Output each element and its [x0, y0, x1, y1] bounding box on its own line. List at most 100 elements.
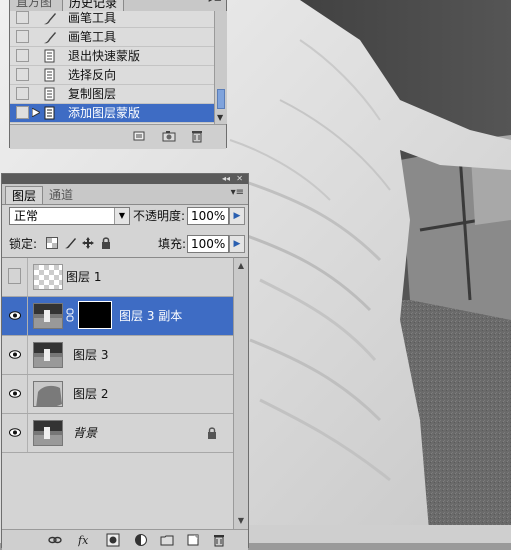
layers-scrollbar[interactable]: ▲ ▼ [233, 257, 248, 529]
layer-thumbnail [33, 342, 63, 368]
layer-name: 图层 1 [66, 270, 102, 284]
layer-name: 图层 3 [73, 348, 109, 362]
visibility-cell[interactable] [2, 375, 28, 413]
scroll-down-icon[interactable]: ▼ [236, 516, 246, 526]
fill-value: 100% [191, 237, 226, 251]
layers-panel: ◂◂ ✕ 图层 通道 ▾≡ 正常 ▼ 不透明度: 100% ▶ 锁定: 填充: … [1, 173, 249, 550]
history-item-label: 添加图层蒙版 [68, 106, 141, 120]
tab-layers[interactable]: 图层 [5, 186, 44, 204]
visibility-cell[interactable] [2, 258, 28, 296]
lock-image-pixels-brush-icon[interactable] [64, 237, 76, 249]
history-item-label: 复制图层 [68, 87, 117, 101]
blend-row: 正常 ▼ 不透明度: 100% ▶ [2, 205, 248, 231]
layer-row[interactable]: 图层 2 [2, 375, 233, 414]
history-item-label: 画笔工具 [68, 11, 117, 25]
fx-icon[interactable]: fx [78, 533, 92, 547]
list-item[interactable]: 画笔工具 [10, 11, 214, 28]
tab-channels[interactable]: 通道 [43, 186, 79, 204]
fill-slider-button[interactable]: ▶ [229, 235, 245, 253]
history-state-icon [44, 106, 55, 120]
tab-history[interactable]: 历史记录 [62, 0, 125, 11]
layers-tab-row: 图层 通道 ▾≡ [2, 184, 248, 205]
snapshot-source-checkbox[interactable] [16, 106, 29, 119]
eye-icon[interactable] [9, 311, 21, 320]
history-state-icon [44, 49, 55, 63]
snapshot-source-checkbox[interactable] [16, 49, 29, 62]
chevron-down-icon[interactable]: ▼ [114, 208, 129, 224]
scrollbar-thumb[interactable] [217, 89, 225, 109]
link-layers-icon[interactable] [48, 533, 62, 547]
brush-icon [44, 32, 56, 44]
scroll-up-icon[interactable]: ▲ [236, 261, 246, 271]
history-item-label: 画笔工具 [68, 30, 117, 44]
list-item[interactable]: 退出快速蒙版 [10, 47, 214, 66]
trash-icon[interactable] [212, 533, 226, 547]
trash-icon[interactable] [190, 129, 204, 143]
layer-row[interactable]: 背景 [2, 414, 233, 453]
opacity-value: 100% [191, 209, 226, 223]
snapshot-source-checkbox[interactable] [16, 11, 29, 24]
list-item[interactable]: 画笔工具 [10, 28, 214, 47]
group-folder-icon[interactable] [160, 533, 174, 547]
eye-icon[interactable] [9, 350, 21, 359]
lock-label: 锁定: [9, 237, 38, 251]
fill-label: 填充: [158, 237, 187, 251]
history-item-label: 选择反向 [68, 68, 117, 82]
layer-name: 图层 2 [73, 387, 109, 401]
history-pointer-icon[interactable] [32, 108, 40, 117]
collapse-icon[interactable]: ◂◂ [222, 174, 230, 184]
blend-mode-select[interactable]: 正常 ▼ [9, 207, 130, 225]
close-icon[interactable]: ✕ [236, 174, 243, 184]
snapshot-source-checkbox[interactable] [16, 87, 29, 100]
layer-thumbnail [33, 420, 63, 446]
history-list: 画笔工具 画笔工具 退出快速蒙版 选择反向 复制图层 添加图层蒙版 [10, 11, 214, 124]
layer-row-selected[interactable]: 图层 3 副本 [2, 297, 233, 336]
opacity-label: 不透明度: [133, 209, 186, 223]
visibility-toggle-off[interactable] [8, 268, 21, 284]
visibility-cell[interactable] [2, 336, 28, 374]
visibility-cell[interactable] [2, 297, 28, 335]
layer-thumbnail [33, 303, 63, 329]
history-scrollbar[interactable]: ▼ [214, 11, 227, 124]
lock-icon [208, 427, 216, 439]
mask-link-icon[interactable] [66, 308, 74, 322]
fill-field[interactable]: 100% [187, 235, 229, 253]
snapshot-source-checkbox[interactable] [16, 30, 29, 43]
layer-name: 背景 [73, 426, 98, 440]
list-item[interactable]: 选择反向 [10, 66, 214, 85]
scroll-down-icon[interactable]: ▼ [217, 113, 223, 122]
new-layer-icon[interactable] [186, 533, 200, 547]
layer-list: 图层 1 图层 3 副本 图层 3 图层 2 背景 [2, 257, 233, 530]
history-state-icon [44, 68, 55, 82]
lock-row: 锁定: 填充: 100% ▶ [2, 232, 248, 256]
list-item[interactable]: 复制图层 [10, 85, 214, 104]
history-state-icon [44, 87, 55, 101]
lock-transparent-pixels-icon[interactable] [46, 237, 58, 249]
eye-icon[interactable] [9, 389, 21, 398]
lock-all-icon[interactable] [100, 237, 112, 249]
opacity-slider-button[interactable]: ▶ [229, 207, 245, 225]
blend-mode-value: 正常 [14, 209, 39, 223]
opacity-field[interactable]: 100% [187, 207, 229, 225]
lock-position-move-icon[interactable] [82, 237, 94, 249]
svg-text:fx: fx [78, 534, 89, 547]
snapshot-source-checkbox[interactable] [16, 68, 29, 81]
eye-icon[interactable] [9, 428, 21, 437]
panel-menu-icon[interactable]: ▾≡ [231, 187, 244, 198]
layer-row[interactable]: 图层 1 [2, 258, 233, 297]
layers-footer: fx [2, 529, 248, 550]
add-mask-icon[interactable] [106, 533, 120, 547]
brush-icon [44, 13, 56, 25]
history-panel: 直方图 历史记录 ▸≡ 画笔工具 画笔工具 退出快速蒙版 选择反向 [9, 0, 227, 149]
layer-name: 图层 3 副本 [119, 309, 183, 323]
tab-histogram[interactable]: 直方图 [10, 0, 58, 11]
visibility-cell[interactable] [2, 414, 28, 452]
snapshot-camera-icon[interactable] [162, 129, 176, 143]
layer-row[interactable]: 图层 3 [2, 336, 233, 375]
adjustment-layer-icon[interactable] [134, 533, 148, 547]
panel-menu-icon[interactable]: ▸≡ [209, 0, 222, 5]
panel-title-bar[interactable]: ◂◂ ✕ [2, 174, 248, 184]
new-document-from-state-icon[interactable] [132, 129, 146, 143]
layer-mask-thumbnail[interactable] [78, 301, 112, 329]
list-item-selected[interactable]: 添加图层蒙版 [10, 104, 214, 123]
